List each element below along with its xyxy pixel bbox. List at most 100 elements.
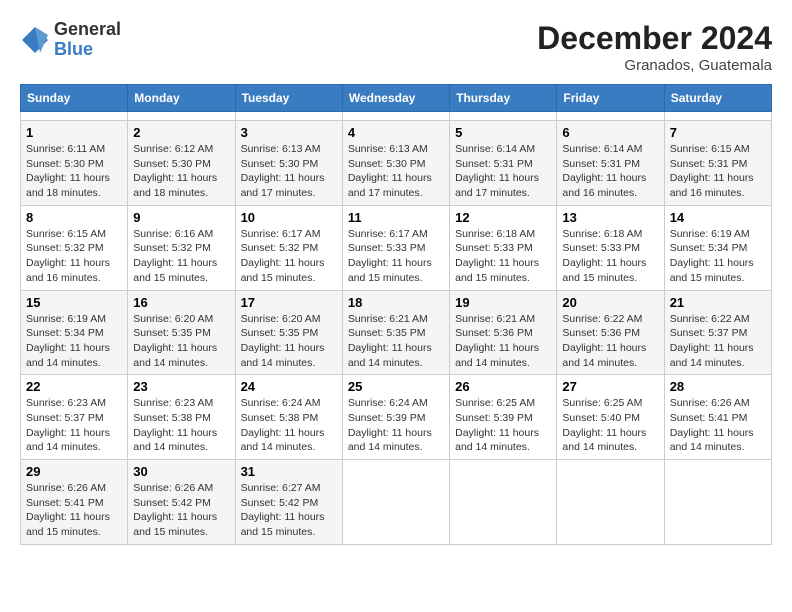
cell-5-6 [664,460,771,545]
daylight-label: Daylight: 11 hours and 14 minutes. [348,342,432,369]
sunrise-label: Sunrise: 6:25 AM [562,397,642,409]
sunset-label: Sunset: 5:31 PM [455,158,533,170]
sunrise-label: Sunrise: 6:17 AM [348,228,428,240]
sunset-label: Sunset: 5:32 PM [133,242,211,254]
day-number: 14 [670,210,766,225]
sunset-label: Sunset: 5:35 PM [348,327,426,339]
logo-general: General [54,20,121,40]
daylight-label: Daylight: 11 hours and 16 minutes. [26,257,110,284]
day-number: 7 [670,125,766,140]
week-row-2: 8 Sunrise: 6:15 AM Sunset: 5:32 PM Dayli… [21,205,772,290]
cell-4-3: 25 Sunrise: 6:24 AM Sunset: 5:39 PM Dayl… [342,375,449,460]
calendar-body: 1 Sunrise: 6:11 AM Sunset: 5:30 PM Dayli… [21,112,772,545]
sunrise-label: Sunrise: 6:24 AM [241,397,321,409]
sunrise-label: Sunrise: 6:21 AM [455,313,535,325]
sunset-label: Sunset: 5:36 PM [562,327,640,339]
sunrise-label: Sunrise: 6:15 AM [26,228,106,240]
sunrise-label: Sunrise: 6:23 AM [133,397,213,409]
sunrise-label: Sunrise: 6:12 AM [133,143,213,155]
daylight-label: Daylight: 11 hours and 14 minutes. [26,427,110,454]
sunset-label: Sunset: 5:35 PM [133,327,211,339]
sunset-label: Sunset: 5:37 PM [26,412,104,424]
day-number: 25 [348,379,444,394]
calendar-header: Sunday Monday Tuesday Wednesday Thursday… [21,85,772,112]
day-info: Sunrise: 6:22 AM Sunset: 5:36 PM Dayligh… [562,312,658,371]
cell-3-0: 15 Sunrise: 6:19 AM Sunset: 5:34 PM Dayl… [21,290,128,375]
day-number: 2 [133,125,229,140]
sunrise-label: Sunrise: 6:27 AM [241,482,321,494]
day-number: 20 [562,295,658,310]
daylight-label: Daylight: 11 hours and 15 minutes. [133,511,217,538]
day-number: 18 [348,295,444,310]
day-number: 29 [26,464,122,479]
col-tuesday: Tuesday [235,85,342,112]
daylight-label: Daylight: 11 hours and 15 minutes. [26,511,110,538]
daylight-label: Daylight: 11 hours and 14 minutes. [670,342,754,369]
day-number: 26 [455,379,551,394]
day-number: 23 [133,379,229,394]
calendar-table: Sunday Monday Tuesday Wednesday Thursday… [20,84,772,545]
day-info: Sunrise: 6:20 AM Sunset: 5:35 PM Dayligh… [133,312,229,371]
cell-2-3: 11 Sunrise: 6:17 AM Sunset: 5:33 PM Dayl… [342,205,449,290]
sunrise-label: Sunrise: 6:19 AM [26,313,106,325]
daylight-label: Daylight: 11 hours and 14 minutes. [133,342,217,369]
day-number: 12 [455,210,551,225]
day-info: Sunrise: 6:11 AM Sunset: 5:30 PM Dayligh… [26,142,122,201]
col-monday: Monday [128,85,235,112]
daylight-label: Daylight: 11 hours and 14 minutes. [133,427,217,454]
cell-2-4: 12 Sunrise: 6:18 AM Sunset: 5:33 PM Dayl… [450,205,557,290]
day-info: Sunrise: 6:18 AM Sunset: 5:33 PM Dayligh… [562,227,658,286]
sunset-label: Sunset: 5:31 PM [670,158,748,170]
cell-1-5: 6 Sunrise: 6:14 AM Sunset: 5:31 PM Dayli… [557,121,664,206]
daylight-label: Daylight: 11 hours and 15 minutes. [241,257,325,284]
cell-5-5 [557,460,664,545]
cell-5-4 [450,460,557,545]
day-info: Sunrise: 6:19 AM Sunset: 5:34 PM Dayligh… [670,227,766,286]
sunrise-label: Sunrise: 6:17 AM [241,228,321,240]
day-info: Sunrise: 6:12 AM Sunset: 5:30 PM Dayligh… [133,142,229,201]
day-info: Sunrise: 6:15 AM Sunset: 5:31 PM Dayligh… [670,142,766,201]
day-number: 8 [26,210,122,225]
sunrise-label: Sunrise: 6:19 AM [670,228,750,240]
sunset-label: Sunset: 5:37 PM [670,327,748,339]
sunrise-label: Sunrise: 6:22 AM [562,313,642,325]
cell-5-0: 29 Sunrise: 6:26 AM Sunset: 5:41 PM Dayl… [21,460,128,545]
day-info: Sunrise: 6:26 AM Sunset: 5:41 PM Dayligh… [26,481,122,540]
daylight-label: Daylight: 11 hours and 17 minutes. [241,172,325,199]
cell-5-2: 31 Sunrise: 6:27 AM Sunset: 5:42 PM Dayl… [235,460,342,545]
sunset-label: Sunset: 5:33 PM [562,242,640,254]
sunrise-label: Sunrise: 6:11 AM [26,143,105,155]
cell-4-5: 27 Sunrise: 6:25 AM Sunset: 5:40 PM Dayl… [557,375,664,460]
cell-3-3: 18 Sunrise: 6:21 AM Sunset: 5:35 PM Dayl… [342,290,449,375]
cell-1-1: 2 Sunrise: 6:12 AM Sunset: 5:30 PM Dayli… [128,121,235,206]
sunset-label: Sunset: 5:36 PM [455,327,533,339]
daylight-label: Daylight: 11 hours and 14 minutes. [455,342,539,369]
sunrise-label: Sunrise: 6:14 AM [455,143,535,155]
sunrise-label: Sunrise: 6:25 AM [455,397,535,409]
col-sunday: Sunday [21,85,128,112]
day-info: Sunrise: 6:14 AM Sunset: 5:31 PM Dayligh… [562,142,658,201]
daylight-label: Daylight: 11 hours and 14 minutes. [670,427,754,454]
sunrise-label: Sunrise: 6:23 AM [26,397,106,409]
sunset-label: Sunset: 5:33 PM [455,242,533,254]
cell-0-4 [450,112,557,121]
daylight-label: Daylight: 11 hours and 14 minutes. [241,427,325,454]
sunset-label: Sunset: 5:42 PM [133,497,211,509]
day-info: Sunrise: 6:17 AM Sunset: 5:33 PM Dayligh… [348,227,444,286]
day-info: Sunrise: 6:25 AM Sunset: 5:39 PM Dayligh… [455,396,551,455]
day-number: 13 [562,210,658,225]
sunset-label: Sunset: 5:30 PM [133,158,211,170]
daylight-label: Daylight: 11 hours and 15 minutes. [670,257,754,284]
daylight-label: Daylight: 11 hours and 18 minutes. [133,172,217,199]
cell-4-0: 22 Sunrise: 6:23 AM Sunset: 5:37 PM Dayl… [21,375,128,460]
sunrise-label: Sunrise: 6:14 AM [562,143,642,155]
sunrise-label: Sunrise: 6:15 AM [670,143,750,155]
cell-1-2: 3 Sunrise: 6:13 AM Sunset: 5:30 PM Dayli… [235,121,342,206]
day-info: Sunrise: 6:15 AM Sunset: 5:32 PM Dayligh… [26,227,122,286]
sunset-label: Sunset: 5:38 PM [133,412,211,424]
daylight-label: Daylight: 11 hours and 17 minutes. [348,172,432,199]
day-number: 15 [26,295,122,310]
week-row-3: 15 Sunrise: 6:19 AM Sunset: 5:34 PM Dayl… [21,290,772,375]
daylight-label: Daylight: 11 hours and 15 minutes. [455,257,539,284]
cell-4-4: 26 Sunrise: 6:25 AM Sunset: 5:39 PM Dayl… [450,375,557,460]
